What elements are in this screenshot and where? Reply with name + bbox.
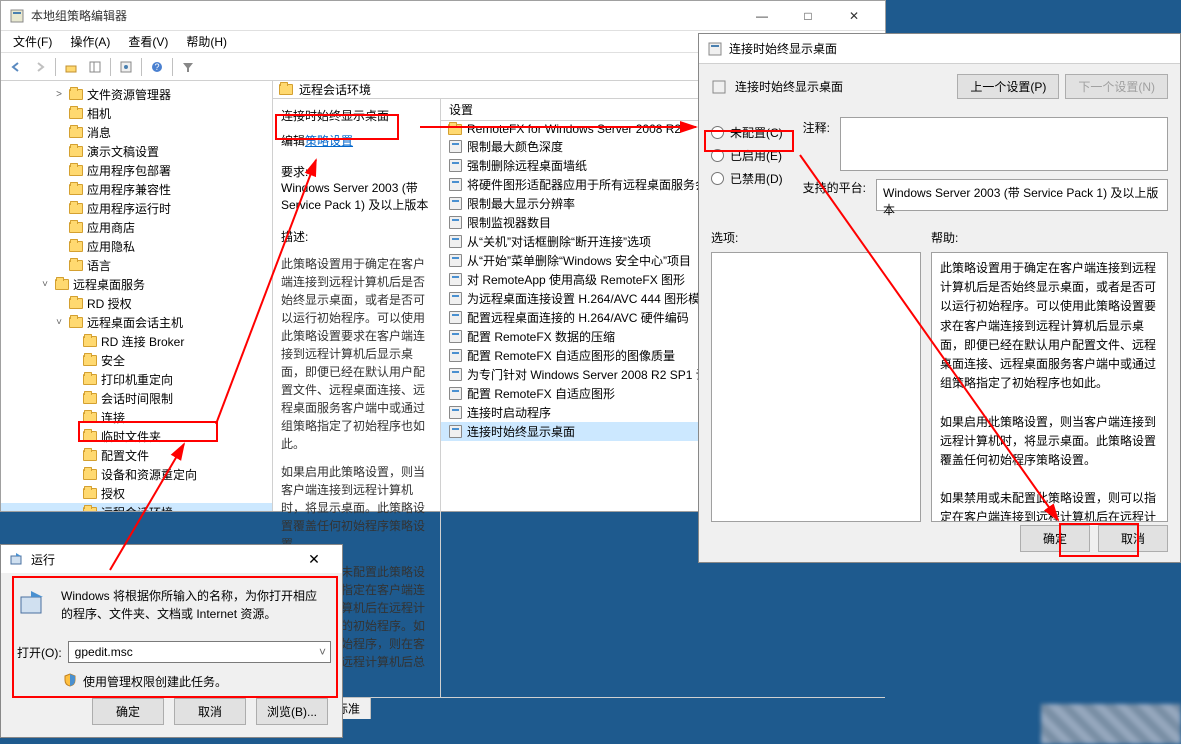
desc-body1: 此策略设置用于确定在客户端连接到远程计算机后是否始终显示桌面，或者是否可以运行初… <box>281 255 432 453</box>
tree-item[interactable]: 应用程序兼容性 <box>1 180 272 199</box>
edit-prefix: 编辑 <box>281 134 305 148</box>
desc-title: 连接时始终显示桌面 <box>281 107 432 124</box>
run-browse-button[interactable]: 浏览(B)... <box>256 698 328 725</box>
run-cancel-button[interactable]: 取消 <box>174 698 246 725</box>
gpedit-app-icon <box>9 8 25 24</box>
filter-button[interactable] <box>177 56 199 78</box>
tree-item[interactable]: RD 授权 <box>1 294 272 313</box>
run-close-button[interactable]: ✕ <box>294 551 334 568</box>
comment-textarea[interactable] <box>840 117 1168 171</box>
run-open-input[interactable] <box>68 641 331 663</box>
show-hide-button[interactable] <box>84 56 106 78</box>
tree-item[interactable]: 会话时间限制 <box>1 389 272 408</box>
tree-item[interactable]: 相机 <box>1 104 272 123</box>
edit-policy-link[interactable]: 策略设置 <box>305 134 353 148</box>
help-p3: 如果禁用或未配置此策略设置，则可以指定在客户端连接到远程计算机后在远程计算机上运… <box>940 489 1159 522</box>
tree-item[interactable]: 应用程序包部署 <box>1 161 272 180</box>
window-controls: — □ ✕ <box>739 2 877 30</box>
menu-file[interactable]: 文件(F) <box>5 31 60 52</box>
radio-not-configured-label: 未配置(C) <box>730 124 783 141</box>
desc-body2: 如果启用此策略设置，则当客户端连接到远程计算机时，将显示桌面。此策略设置覆盖任何… <box>281 463 432 553</box>
desc-label: 描述: <box>281 228 432 245</box>
help-label: 帮助: <box>931 229 1168 246</box>
minimize-button[interactable]: — <box>739 2 785 30</box>
ok-button[interactable]: 确定 <box>1020 525 1090 552</box>
menu-view[interactable]: 查看(V) <box>120 31 176 52</box>
policy-icon <box>707 41 723 57</box>
taskbar-blur <box>1041 704 1181 744</box>
tree-item[interactable]: 授权 <box>1 484 272 503</box>
policy-name: 连接时始终显示桌面 <box>735 78 843 95</box>
radio-disabled-label: 已禁用(D) <box>730 170 783 187</box>
tree-item[interactable]: ˅远程桌面服务 <box>1 275 272 294</box>
options-box <box>711 252 921 522</box>
policy-state-radio-group: 未配置(C) 已启用(E) 已禁用(D) <box>711 121 783 190</box>
bottom-tabs: 扩展 标准 <box>273 697 885 719</box>
tree-item[interactable]: 连接 <box>1 408 272 427</box>
policy-name-icon <box>711 79 727 95</box>
policy-title: 连接时始终显示桌面 <box>729 40 837 57</box>
policy-dialog: 连接时始终显示桌面 连接时始终显示桌面 上一个设置(P) 下一个设置(N) 未配… <box>698 33 1181 563</box>
radio-enabled[interactable] <box>711 149 724 162</box>
run-icon <box>17 587 49 619</box>
prev-setting-button[interactable]: 上一个设置(P) <box>957 74 1059 99</box>
tree-item[interactable]: 打印机重定向 <box>1 370 272 389</box>
folder-icon <box>279 84 293 95</box>
run-description: Windows 将根据你所输入的名称，为你打开相应的程序、文件夹、文档或 Int… <box>61 587 326 623</box>
comment-label: 注释: <box>803 117 830 136</box>
next-setting-button[interactable]: 下一个设置(N) <box>1065 74 1168 99</box>
platform-label: 支持的平台: <box>803 179 866 196</box>
tree-item[interactable]: 临时文件夹 <box>1 427 272 446</box>
help-p1: 此策略设置用于确定在客户端连接到远程计算机后是否始终显示桌面，或者是否可以运行初… <box>940 259 1159 393</box>
radio-enabled-label: 已启用(E) <box>730 147 782 164</box>
close-button[interactable]: ✕ <box>831 2 877 30</box>
run-title: 运行 <box>31 551 55 568</box>
tree-item[interactable]: 消息 <box>1 123 272 142</box>
run-titlebar: 运行 ✕ <box>1 545 342 573</box>
tree-item[interactable]: 语言 <box>1 256 272 275</box>
cancel-button[interactable]: 取消 <box>1098 525 1168 552</box>
forward-button[interactable] <box>29 56 51 78</box>
maximize-button[interactable]: □ <box>785 2 831 30</box>
run-icon-small <box>9 551 25 567</box>
help-box: 此策略设置用于确定在客户端连接到远程计算机后是否始终显示桌面，或者是否可以运行初… <box>931 252 1168 522</box>
dropdown-icon[interactable]: ˅ <box>319 645 326 659</box>
platform-text: Windows Server 2003 (带 Service Pack 1) 及… <box>876 179 1168 211</box>
tree-item[interactable]: RD 连接 Broker <box>1 332 272 351</box>
run-open-label: 打开(O): <box>17 644 62 661</box>
tree-panel[interactable]: >文件资源管理器相机消息演示文稿设置应用程序包部署应用程序兼容性应用程序运行时应… <box>1 81 273 511</box>
options-label: 选项: <box>711 229 921 246</box>
up-button[interactable] <box>60 56 82 78</box>
run-dialog: 运行 ✕ Windows 将根据你所输入的名称，为你打开相应的程序、文件夹、文档… <box>0 544 343 738</box>
radio-not-configured[interactable] <box>711 126 724 139</box>
tree-item[interactable]: 应用商店 <box>1 218 272 237</box>
tree-item[interactable]: 设备和资源重定向 <box>1 465 272 484</box>
properties-button[interactable] <box>115 56 137 78</box>
req-label: 要求: <box>281 163 432 180</box>
policy-titlebar: 连接时始终显示桌面 <box>699 34 1180 64</box>
tree-item[interactable]: 配置文件 <box>1 446 272 465</box>
tree-item[interactable]: 应用程序运行时 <box>1 199 272 218</box>
tree-item[interactable]: >文件资源管理器 <box>1 85 272 104</box>
menu-action[interactable]: 操作(A) <box>62 31 118 52</box>
svg-text:?: ? <box>154 62 159 72</box>
req-text: Windows Server 2003 (带 Service Pack 1) 及… <box>281 180 432 214</box>
gpedit-titlebar: 本地组策略编辑器 — □ ✕ <box>1 1 885 31</box>
tree-item[interactable]: 远程会话环境 <box>1 503 272 511</box>
help-button[interactable]: ? <box>146 56 168 78</box>
path-title: 远程会话环境 <box>299 81 371 98</box>
help-p2: 如果启用此策略设置，则当客户端连接到远程计算机时，将显示桌面。此策略设置覆盖任何… <box>940 413 1159 471</box>
back-button[interactable] <box>5 56 27 78</box>
gpedit-title: 本地组策略编辑器 <box>31 7 739 24</box>
tree-item[interactable]: 演示文稿设置 <box>1 142 272 161</box>
run-admin-text: 使用管理权限创建此任务。 <box>83 673 227 690</box>
tree-item[interactable]: ˅远程桌面会话主机 <box>1 313 272 332</box>
tree-item[interactable]: 应用隐私 <box>1 237 272 256</box>
shield-icon <box>63 673 77 690</box>
menu-help[interactable]: 帮助(H) <box>178 31 235 52</box>
tree-item[interactable]: 安全 <box>1 351 272 370</box>
run-ok-button[interactable]: 确定 <box>92 698 164 725</box>
radio-disabled[interactable] <box>711 172 724 185</box>
